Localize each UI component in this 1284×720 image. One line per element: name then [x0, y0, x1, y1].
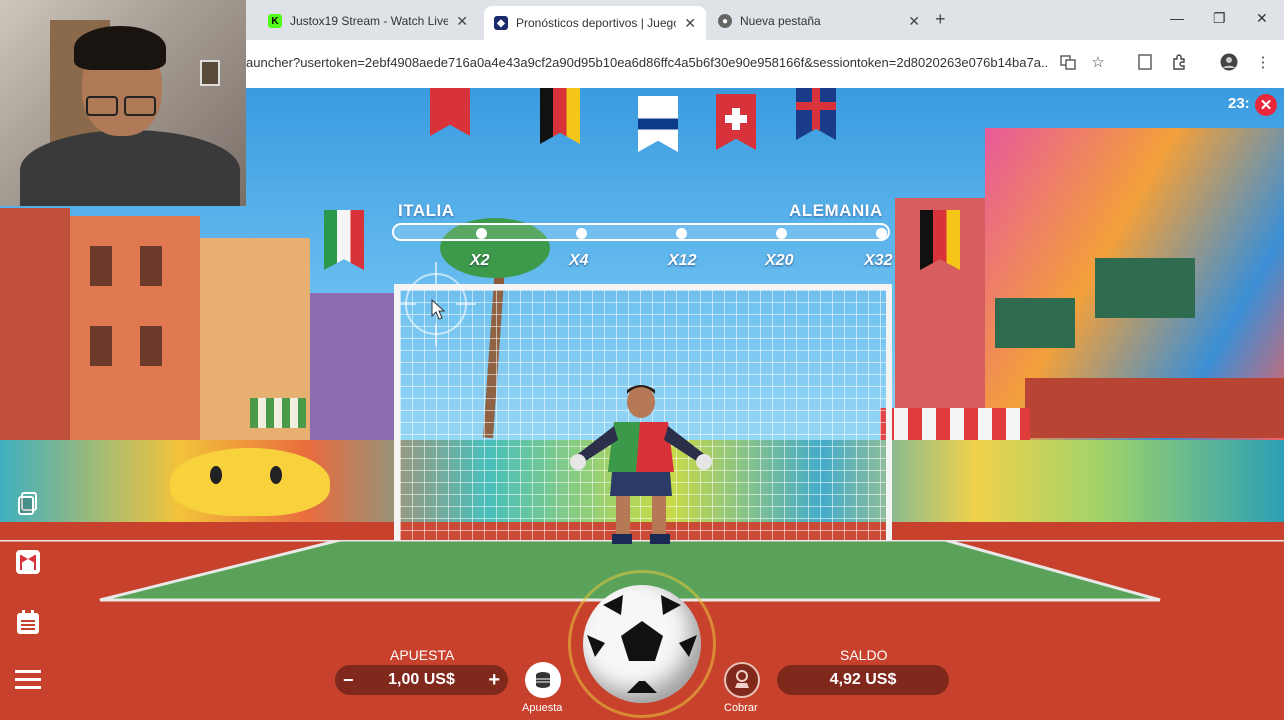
- progress-dot: [876, 228, 887, 239]
- decrease-bet-button[interactable]: −: [343, 670, 354, 691]
- increase-bet-button[interactable]: +: [488, 669, 500, 692]
- team-left-label: ITALIA: [398, 201, 455, 220]
- kick-icon: K: [268, 14, 282, 28]
- building-left-2: [70, 216, 200, 440]
- tab-nueva-pestana[interactable]: ● Nueva pestaña ✕: [708, 6, 930, 36]
- minimize-icon[interactable]: —: [1170, 10, 1184, 26]
- progress-dot: [476, 228, 487, 239]
- cobrar-button[interactable]: [724, 662, 760, 698]
- webcam-overlay: [0, 0, 246, 206]
- close-window-icon[interactable]: ✕: [1256, 10, 1268, 27]
- bet-amount-value: 1,00 US$: [388, 671, 455, 688]
- multiplier-label: X32: [864, 252, 893, 269]
- bookmark-star-icon[interactable]: ☆: [1089, 53, 1107, 71]
- apuesta-label: APUESTA: [390, 647, 455, 663]
- extensions-icon[interactable]: [1170, 53, 1188, 71]
- close-tab-icon[interactable]: ✕: [684, 15, 696, 32]
- history-icon[interactable]: [14, 490, 42, 518]
- aim-crosshair-icon[interactable]: [398, 258, 478, 348]
- url-field[interactable]: auncher?usertoken=2ebf4908aede716a0a4e43…: [246, 55, 1048, 70]
- soccer-ball[interactable]: [583, 585, 701, 703]
- bunting-flag-finland: [638, 96, 678, 152]
- tab-pronosticos[interactable]: ◆ Pronósticos deportivos | Juego ✕: [484, 6, 706, 40]
- multiplier-label: X2: [470, 252, 490, 269]
- tab-title: Justox19 Stream - Watch Live o: [290, 14, 449, 28]
- tab-title: Nueva pestaña: [740, 14, 821, 28]
- flag-italia: [324, 210, 364, 270]
- multiplier-label: X20: [765, 252, 794, 269]
- restore-icon[interactable]: ❐: [1213, 10, 1226, 27]
- coins-icon: [536, 672, 550, 688]
- goalkeeper: [570, 385, 712, 544]
- building-left-1: [0, 208, 70, 440]
- translate-icon[interactable]: [1059, 53, 1077, 71]
- bunting-flag: [430, 88, 470, 136]
- bunting-flag-germany: [540, 88, 580, 144]
- progress-dot: [776, 228, 787, 239]
- tab-title: Pronósticos deportivos | Juego: [516, 16, 677, 30]
- balance-value: 4,92 US$: [777, 665, 949, 695]
- multiplier-label: X12: [668, 252, 697, 269]
- profile-avatar-icon[interactable]: [1220, 53, 1238, 71]
- saldo-label: SALDO: [840, 647, 888, 663]
- progress-dot: [676, 228, 687, 239]
- tab-justox-stream[interactable]: K Justox19 Stream - Watch Live o ✕: [258, 6, 478, 36]
- reading-list-icon[interactable]: [1136, 53, 1154, 71]
- building-left-3: [200, 238, 310, 440]
- multiplier-progress-track: [392, 223, 890, 241]
- close-tab-icon[interactable]: ✕: [908, 13, 920, 30]
- smiley-graffiti: [170, 448, 330, 516]
- timer-readout: 23:: [1228, 95, 1250, 112]
- multiplier-label: X4: [569, 252, 589, 269]
- graffiti-building: [985, 128, 1284, 440]
- new-tab-icon[interactable]: +: [935, 9, 946, 30]
- sports-icon: ◆: [494, 16, 508, 30]
- flags-icon[interactable]: [14, 548, 42, 576]
- hamburger-menu-icon[interactable]: [14, 666, 42, 694]
- bunting-flag-uk: [796, 88, 836, 140]
- cashout-icon: [735, 670, 749, 688]
- menu-kebab-icon[interactable]: ⋮: [1254, 53, 1272, 71]
- close-tab-icon[interactable]: ✕: [456, 13, 468, 30]
- bet-amount-control: − 1,00 US$ +: [335, 665, 508, 695]
- calendar-icon[interactable]: [14, 608, 42, 636]
- close-game-icon[interactable]: ✕: [1255, 94, 1277, 116]
- cobrar-button-label: Cobrar: [724, 702, 758, 714]
- team-right-label: ALEMANIA: [789, 201, 883, 220]
- striped-awning: [880, 408, 1030, 440]
- building-left-4: [310, 293, 395, 440]
- chrome-icon: ●: [718, 14, 732, 28]
- apuesta-button-label: Apuesta: [522, 702, 563, 714]
- apuesta-button[interactable]: [525, 662, 561, 698]
- progress-dot: [576, 228, 587, 239]
- bunting-flag-switzerland: [716, 94, 756, 150]
